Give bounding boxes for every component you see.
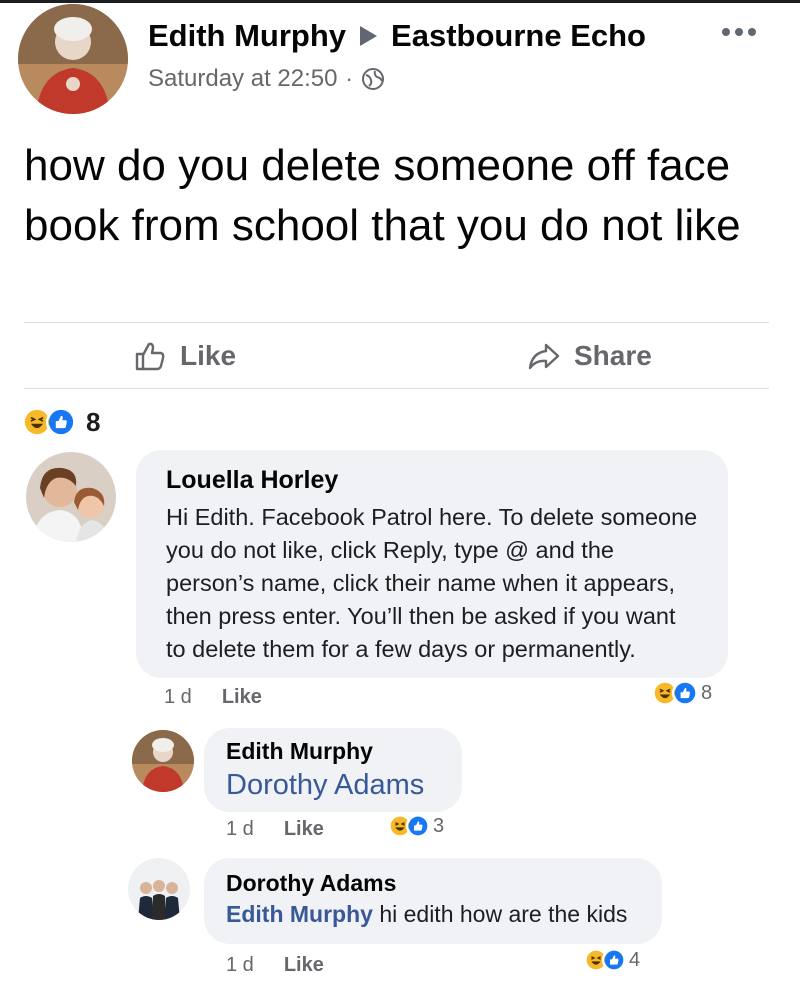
reply-body: hi edith how are the kids <box>372 901 628 927</box>
like-icon <box>602 948 626 972</box>
post-text: how do you delete someone off face book … <box>24 141 741 250</box>
thumbs-up-icon <box>135 342 165 371</box>
reply-like-button[interactable]: Like <box>284 954 324 977</box>
reply-author[interactable]: Edith Murphy <box>226 738 440 765</box>
more-options-icon[interactable] <box>722 28 756 36</box>
like-icon <box>406 814 430 838</box>
reaction-icons <box>22 407 76 437</box>
reaction-count: 3 <box>433 814 445 837</box>
reply-avatar[interactable] <box>132 730 194 792</box>
share-label: Share <box>574 340 652 371</box>
reply-reaction-summary[interactable]: 3 <box>388 814 444 838</box>
reply-meta: 1 d Like <box>226 818 324 841</box>
like-label: Like <box>180 340 237 371</box>
reply-like-button[interactable]: Like <box>284 818 324 841</box>
share-arrow-icon <box>528 343 560 370</box>
globe-icon <box>361 67 385 91</box>
post-timestamp[interactable]: Saturday at 22:50 <box>148 65 337 93</box>
comment-avatar[interactable] <box>26 452 116 542</box>
more-dot <box>748 28 756 36</box>
more-dot <box>735 28 743 36</box>
comment-like-button[interactable]: Like <box>222 686 262 709</box>
divider <box>24 388 769 389</box>
post-author-avatar[interactable] <box>18 4 128 114</box>
comment-reaction-summary[interactable]: 8 <box>652 680 712 706</box>
arrow-right-icon <box>360 26 378 46</box>
post-share-button[interactable]: Share <box>526 336 652 376</box>
reply-author[interactable]: Dorothy Adams <box>226 870 640 897</box>
reaction-icons <box>652 680 698 706</box>
reply-mention-link[interactable]: Edith Murphy <box>226 901 373 927</box>
meta-separator: · <box>345 66 353 91</box>
like-icon <box>672 680 698 706</box>
reply-reaction-summary[interactable]: 4 <box>584 948 640 972</box>
post-like-button[interactable]: Like <box>132 336 236 376</box>
post-group-name[interactable]: Eastbourne Echo <box>391 18 646 54</box>
reaction-icons <box>388 814 430 838</box>
reply-meta: 1 d Like <box>226 954 324 977</box>
reply-bubble: Dorothy Adams Edith Murphy hi edith how … <box>204 858 662 944</box>
comment-age[interactable]: 1 d <box>164 686 192 709</box>
reply-text: Edith Murphy hi edith how are the kids <box>226 901 640 928</box>
reply-mention-link[interactable]: Dorothy Adams <box>226 769 440 802</box>
comment-bubble: Louella Horley Hi Edith. Facebook Patrol… <box>136 450 728 678</box>
like-icon <box>46 407 76 437</box>
reaction-count: 4 <box>629 948 641 971</box>
comment-author[interactable]: Louella Horley <box>166 466 698 495</box>
post-header-title: Edith Murphy Eastbourne Echo <box>148 18 646 54</box>
reply-avatar[interactable] <box>128 858 190 920</box>
comment-text: Hi Edith. Facebook Patrol here. To delet… <box>166 504 698 662</box>
post-reaction-summary[interactable]: 8 <box>22 406 100 438</box>
comment-meta: 1 d Like <box>164 686 262 709</box>
divider <box>24 322 769 323</box>
reaction-count: 8 <box>701 681 713 704</box>
reaction-icons <box>584 948 626 972</box>
post-author-name[interactable]: Edith Murphy <box>148 18 346 54</box>
post-meta: Saturday at 22:50 · <box>148 65 385 93</box>
top-edge <box>0 0 800 3</box>
reply-age[interactable]: 1 d <box>226 954 254 977</box>
reply-age[interactable]: 1 d <box>226 818 254 841</box>
more-dot <box>722 28 730 36</box>
reply-bubble: Edith Murphy Dorothy Adams <box>204 728 462 812</box>
reaction-count: 8 <box>86 406 101 437</box>
